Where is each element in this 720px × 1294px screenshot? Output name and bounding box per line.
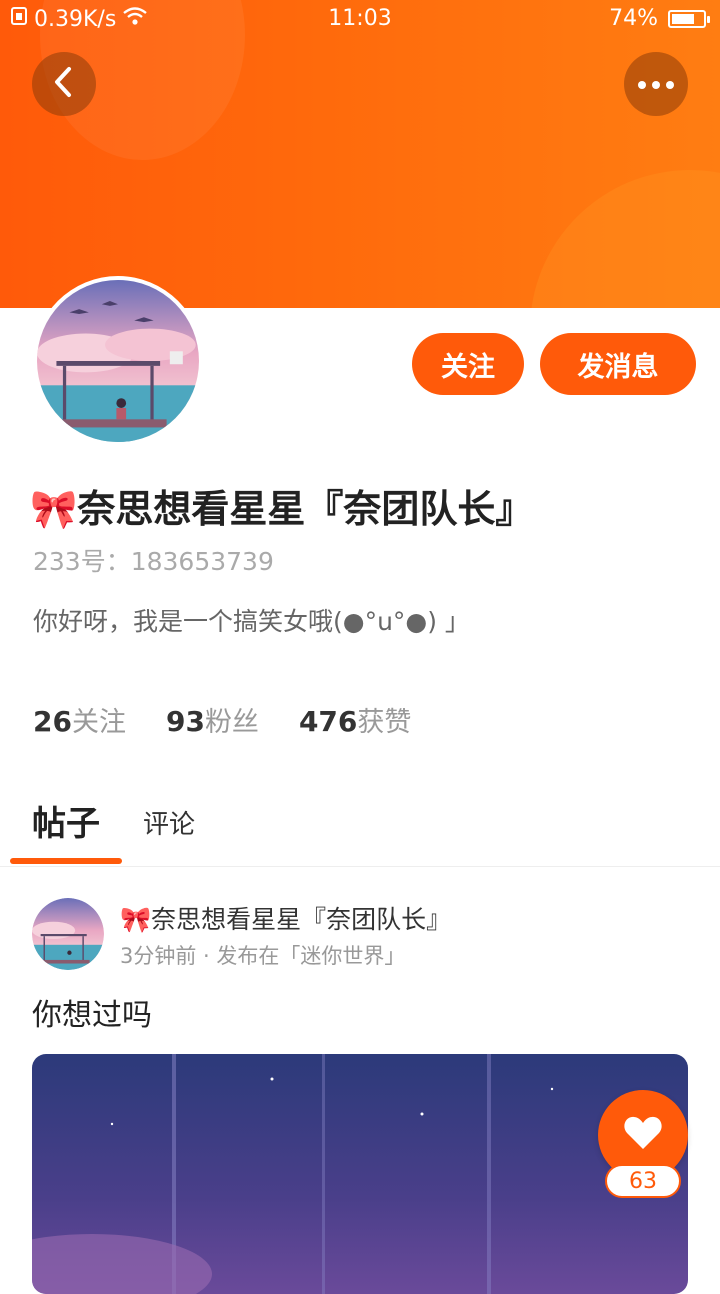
avatar-image: [37, 280, 199, 442]
stat-value: 93: [165, 705, 205, 738]
tab-comments[interactable]: 评论: [143, 804, 195, 841]
post-author-name[interactable]: 🎀奈思想看星星『奈团队长』: [120, 900, 451, 936]
profile-name: 🎀奈思想看星星『奈团队长』: [30, 487, 534, 531]
battery-percent: 74%: [609, 6, 658, 31]
tab-posts[interactable]: 帖子: [32, 796, 100, 845]
post-image-graphic: [32, 1054, 688, 1294]
like-count: 63: [605, 1164, 681, 1198]
tab-indicator: [10, 858, 122, 864]
stat-label: 获赞: [357, 707, 412, 738]
back-button[interactable]: [32, 52, 96, 116]
battery-fill: [672, 13, 695, 24]
avatar-image: [32, 898, 104, 970]
post-image[interactable]: [32, 1054, 688, 1294]
stat-label: 粉丝: [204, 707, 259, 738]
heart-icon: [623, 1115, 663, 1155]
post-meta: 3分钟前 · 发布在「迷你世界」: [120, 944, 406, 968]
post-author-avatar[interactable]: [32, 898, 104, 970]
follow-button[interactable]: 关注: [412, 333, 524, 395]
status-right: 74%: [609, 6, 710, 31]
battery-icon: [668, 9, 710, 28]
profile-stats: 26关注 93粉丝 476获赞: [33, 700, 411, 739]
stat-label: 关注: [71, 707, 126, 738]
profile-banner: [0, 0, 720, 308]
send-message-button[interactable]: 发消息: [540, 333, 696, 395]
content-tabs: 帖子 评论: [0, 790, 720, 867]
more-dots-icon: [636, 75, 676, 94]
profile-avatar[interactable]: [33, 276, 203, 446]
stat-following[interactable]: 26关注: [33, 700, 126, 739]
post-text[interactable]: 你想过吗: [32, 990, 152, 1034]
more-button[interactable]: [624, 52, 688, 116]
stat-value: 26: [33, 705, 72, 738]
profile-bio: 你好呀，我是一个搞笑女哦(●°u°●) 」: [33, 607, 470, 636]
profile-uid: 233号：183653739: [33, 547, 274, 576]
stat-likes[interactable]: 476获赞: [299, 700, 411, 739]
status-bar: 0.39K/s 11:03 74%: [0, 0, 720, 38]
banner-decoration: [530, 170, 720, 308]
chevron-left-icon: [49, 65, 79, 103]
stat-value: 476: [298, 705, 358, 738]
stat-followers[interactable]: 93粉丝: [166, 700, 259, 739]
